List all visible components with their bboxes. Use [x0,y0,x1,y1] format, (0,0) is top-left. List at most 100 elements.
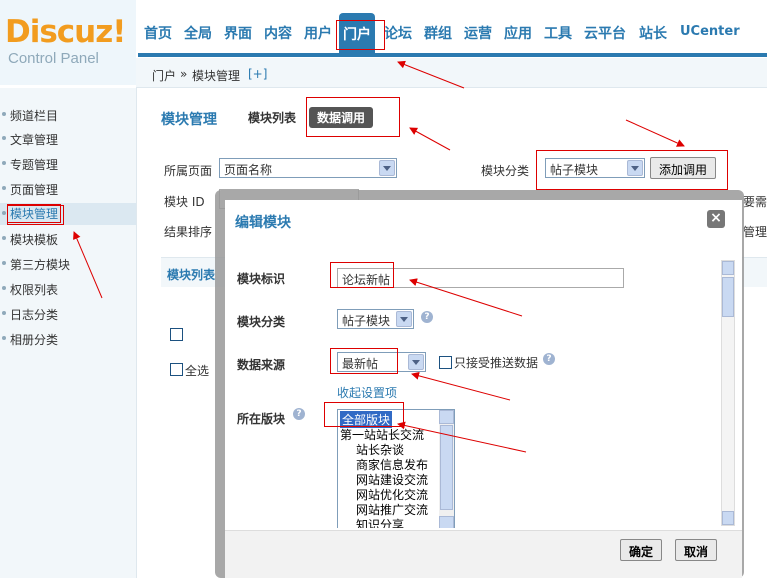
scroll-thumb[interactable] [440,425,453,510]
scroll-down-icon[interactable] [439,516,454,528]
sidebar-item-label: 页面管理 [10,183,59,197]
breadcrumb-section[interactable]: 门户 [152,67,176,84]
help-icon[interactable]: ? [293,408,305,420]
annotation-highlight-module-name [330,262,394,288]
breadcrumb: 门户 » 模块管理 [+] [136,58,767,88]
bullet-icon [2,211,6,215]
sidebar-item-log-categories[interactable]: 日志分类 [0,303,136,325]
sidebar-item-pages[interactable]: 页面管理 [0,178,136,200]
sort-label: 结果排序 [164,225,213,239]
nav-item-global[interactable]: 全局 [184,23,212,43]
category-filter-label: 模块分类 [481,164,530,178]
nav-item-users[interactable]: 用户 [304,23,332,43]
bullet-icon [2,112,6,116]
page-select[interactable]: 页面名称 [219,158,397,178]
bullet-icon [2,186,6,190]
bullet-icon [2,236,6,240]
nav-item-forum[interactable]: 论坛 [384,23,412,43]
bullet-icon [2,311,6,315]
sidebar-item-label: 专题管理 [10,158,59,172]
annotation-highlight-data-source [330,348,398,374]
module-list-header-label: 模块列表 [167,268,216,282]
edit-module-dialog: 编辑模块 × 模块标识 论坛新帖 模块分类 帖子模块 ? 数据来源 最新帖 只接… [225,200,742,578]
page-filter-label: 所属页面 [164,164,213,178]
annotation-highlight-nav [336,20,385,50]
forum-option[interactable]: 知识分享 [356,516,404,528]
nav-item-webmaster[interactable]: 站长 [639,23,667,43]
push-only-checkbox[interactable] [439,356,452,369]
annotation-highlight-tab [306,97,400,137]
breadcrumb-add-link[interactable]: [+] [248,67,267,81]
forum-label: 所在版块 [237,412,286,426]
module-category-value: 帖子模块 [342,314,391,328]
row-checkbox[interactable] [170,328,183,341]
cut-off-text: 要需 [743,195,767,209]
close-icon[interactable]: × [707,210,725,228]
annotation-highlight-category [536,150,728,190]
sidebar-item-permissions[interactable]: 权限列表 [0,278,136,300]
sidebar-item-album-categories[interactable]: 相册分类 [0,328,136,350]
dialog-title: 编辑模块 [235,215,291,231]
tab-module-list[interactable]: 模块列表 [248,109,296,126]
module-name-label: 模块标识 [237,272,286,286]
bullet-icon [2,336,6,340]
bullet-icon [2,136,6,140]
help-icon[interactable]: ? [421,311,433,323]
select-all-label: 全选 [185,364,210,378]
cancel-button[interactable]: 取消 [675,539,718,561]
annotation-highlight-sidebar [7,205,64,225]
sidebar-item-label: 频道栏目 [10,109,59,123]
module-id-label: 模块 ID [164,195,205,209]
bullet-icon [2,161,6,165]
sidebar-item-articles[interactable]: 文章管理 [0,128,136,150]
sidebar: 频道栏目 文章管理 专题管理 页面管理 模块管理 模块模板 第三方模块 权限列表… [0,88,137,578]
collapse-settings-link[interactable]: 收起设置项 [337,384,397,401]
sidebar-item-label: 日志分类 [10,308,59,322]
sidebar-item-channel[interactable]: 频道栏目 [0,104,136,126]
logo-subtitle: Control Panel [8,50,99,67]
push-only-label: 只接受推送数据 [454,356,539,370]
dialog-footer: 确定 取消 [225,530,742,578]
chevron-down-icon [379,160,395,176]
scroll-thumb[interactable] [722,277,734,317]
nav-item-operation[interactable]: 运营 [464,23,492,43]
sidebar-item-label: 权限列表 [10,283,59,297]
bullet-icon [2,261,6,265]
scroll-down-icon[interactable] [722,511,734,525]
sidebar-item-label: 第三方模块 [10,258,71,272]
nav-item-ucenter[interactable]: UCenter [680,24,740,39]
sidebar-item-module-templates[interactable]: 模块模板 [0,228,136,250]
scroll-up-icon[interactable] [439,410,454,424]
confirm-button[interactable]: 确定 [620,539,663,561]
nav-item-groups[interactable]: 群组 [424,23,452,43]
nav-item-content[interactable]: 内容 [264,23,292,43]
data-source-label: 数据来源 [237,358,286,372]
top-nav: 首页 全局 界面 内容 用户 门户 论坛 群组 运营 应用 工具 云平台 站长 … [138,13,767,57]
chevron-down-icon [396,311,412,327]
listbox-scrollbar[interactable] [439,410,454,528]
page-title: 模块管理 [161,112,217,128]
sidebar-item-label: 文章管理 [10,133,59,147]
sidebar-item-topics[interactable]: 专题管理 [0,153,136,175]
nav-item-apps[interactable]: 应用 [504,23,532,43]
help-icon[interactable]: ? [543,353,555,365]
dialog-scrollbar[interactable] [721,260,735,526]
nav-item-tools[interactable]: 工具 [544,23,572,43]
logo[interactable]: Discuz! Control Panel [0,0,136,85]
select-all-checkbox[interactable] [170,363,183,376]
breadcrumb-separator: » [180,67,188,81]
annotation-highlight-forum [324,402,404,427]
chevron-down-icon [408,354,424,370]
sidebar-item-third-party[interactable]: 第三方模块 [0,253,136,275]
module-category-label: 模块分类 [237,315,286,329]
logo-brand: Discuz! [5,14,126,50]
nav-item-home[interactable]: 首页 [144,23,172,43]
breadcrumb-page: 模块管理 [192,69,241,83]
nav-item-interface[interactable]: 界面 [224,23,252,43]
nav-item-cloud[interactable]: 云平台 [584,23,626,43]
page-select-value: 页面名称 [224,163,273,177]
module-category-select[interactable]: 帖子模块 [337,309,414,329]
sidebar-item-label: 相册分类 [10,333,59,347]
bullet-icon [2,286,6,290]
scroll-up-icon[interactable] [722,261,734,275]
